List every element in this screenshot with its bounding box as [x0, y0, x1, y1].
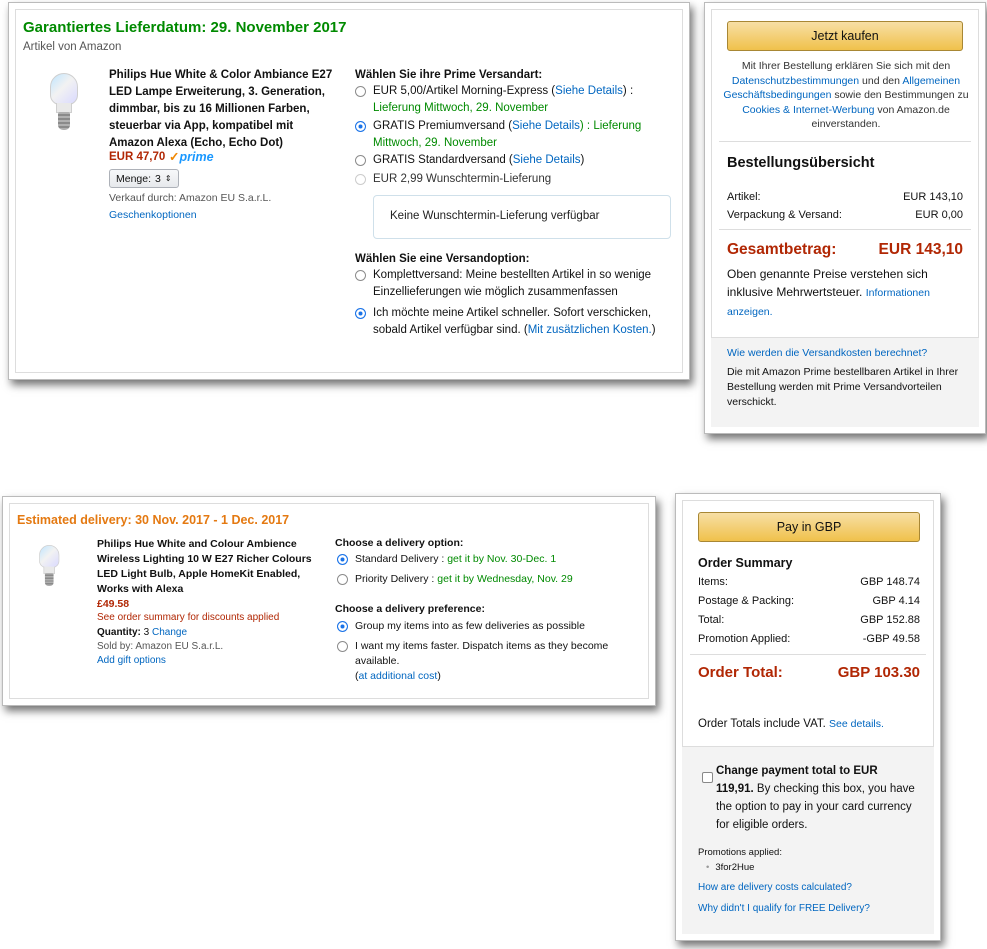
- radio-button-disabled: [355, 174, 366, 185]
- terms-agreement-text: Mit Ihrer Bestellung erklären Sie sich m…: [723, 60, 969, 130]
- items-row: Artikel: EUR 143,10: [727, 191, 963, 203]
- quantity-label: Menge:: [116, 172, 152, 185]
- de-ship-option-title: Wählen Sie eine Versandoption:: [355, 253, 530, 265]
- radio-button[interactable]: [337, 641, 348, 652]
- radio-button-selected[interactable]: [355, 121, 366, 132]
- radio-button[interactable]: [355, 155, 366, 166]
- de-shipment-panel: Garantiertes Lieferdatum: 29. November 2…: [8, 2, 690, 380]
- shipping-option-standard[interactable]: GRATIS Standardversand (Siehe Details): [355, 152, 665, 169]
- order-total-row: Order Total: GBP 103.30: [698, 664, 920, 681]
- uk-estimated-delivery-header: Estimated delivery: 30 Nov. 2017 - 1 Dec…: [17, 513, 290, 527]
- promotions-label: Promotions applied:: [698, 847, 782, 858]
- pay-in-gbp-button[interactable]: Pay in GBP: [698, 512, 920, 542]
- prime-note: Die mit Amazon Prime bestellbaren Artike…: [727, 366, 959, 408]
- discount-note: See order summary for discounts applied: [97, 612, 280, 623]
- uk-gift-options-link[interactable]: Add gift options: [97, 655, 166, 666]
- buy-now-button[interactable]: Jetzt kaufen: [727, 21, 963, 51]
- delivery-cost-link[interactable]: How are delivery costs calculated?: [698, 882, 852, 893]
- uk-delivery-preference-title: Choose a delivery preference:: [335, 603, 485, 615]
- currency-change-checkbox[interactable]: [702, 772, 713, 783]
- uk-quantity: Quantity: 3 Change: [97, 627, 188, 638]
- promotion-row: Promotion Applied: -GBP 49.58: [698, 633, 920, 645]
- de-product-title[interactable]: Philips Hue White & Color Ambiance E27 L…: [109, 67, 339, 152]
- radio-button[interactable]: [355, 270, 366, 281]
- promotion-item: 3for2Hue: [706, 862, 754, 873]
- grand-total-row: Gesamtbetrag: EUR 143,10: [727, 241, 963, 258]
- de-quantity-select[interactable]: Menge: 3 ⇕: [109, 169, 179, 188]
- de-seller: Verkauf durch: Amazon EU S.a.r.L.: [109, 192, 272, 204]
- delivery-option-standard[interactable]: Standard Delivery : get it by Nov. 30-De…: [337, 552, 637, 567]
- quantity-value: 3: [155, 172, 161, 185]
- radio-button-selected[interactable]: [355, 308, 366, 319]
- uk-product-price: £49.58: [97, 598, 130, 610]
- additional-cost-link[interactable]: at additional cost: [359, 670, 438, 682]
- order-summary-title: Order Summary: [698, 556, 793, 570]
- details-link[interactable]: Siehe Details: [512, 120, 580, 132]
- ship-option-faster[interactable]: Ich möchte meine Artikel schneller. Sofo…: [355, 305, 673, 339]
- delivery-option-priority[interactable]: Priority Delivery : get it by Wednesday,…: [337, 572, 637, 587]
- preference-group[interactable]: Group my items into as few deliveries as…: [337, 619, 637, 634]
- privacy-link[interactable]: Datenschutzbestimmungen: [732, 75, 859, 87]
- divider: [690, 654, 926, 655]
- uk-delivery-option-title: Choose a delivery option:: [335, 537, 464, 549]
- items-row: Items: GBP 148.74: [698, 576, 920, 588]
- ship-option-consolidated[interactable]: Komplettversand: Meine bestellten Artike…: [355, 267, 673, 301]
- no-scheduled-delivery-box: Keine Wunschtermin-Lieferung verfügbar: [373, 195, 671, 239]
- radio-button-selected[interactable]: [337, 554, 348, 565]
- hue-bulb-image[interactable]: [37, 545, 61, 590]
- total-row: Total: GBP 152.88: [698, 614, 920, 626]
- uk-product-title[interactable]: Philips Hue White and Colour Ambience Wi…: [97, 537, 317, 597]
- divider: [719, 229, 971, 230]
- change-quantity-link[interactable]: Change: [152, 627, 187, 638]
- order-summary-title: Bestellungsübersicht: [727, 155, 875, 171]
- shipping-option-morning-express[interactable]: EUR 5,00/Artikel Morning-Express (Siehe …: [355, 83, 665, 117]
- radio-button[interactable]: [337, 574, 348, 585]
- de-order-summary-panel: Jetzt kaufen Mit Ihrer Bestellung erklär…: [704, 2, 986, 434]
- delivery-date: Lieferung Mittwoch, 29. November: [373, 102, 549, 114]
- de-prime-shipping-title: Wählen Sie ihre Prime Versandart:: [355, 69, 543, 81]
- uk-seller: Sold by: Amazon EU S.a.r.L.: [97, 641, 224, 652]
- prime-badge-icon: ✓prime: [169, 150, 214, 164]
- uk-shipment-panel: Estimated delivery: 30 Nov. 2017 - 1 Dec…: [2, 496, 656, 706]
- de-gift-options-link[interactable]: Geschenkoptionen: [109, 209, 197, 221]
- delivery-date: get it by Wednesday, Nov. 29: [437, 573, 573, 585]
- additional-cost-link[interactable]: Mit zusätzlichen Kosten.: [528, 324, 652, 336]
- shipping-row: Verpackung & Versand: EUR 0,00: [727, 209, 963, 221]
- hue-bulb-image[interactable]: [47, 73, 81, 135]
- shipping-option-premium[interactable]: GRATIS Premiumversand (Siehe Details) : …: [355, 118, 665, 152]
- details-link[interactable]: Siehe Details: [555, 85, 623, 97]
- delivery-date: get it by Nov. 30-Dec. 1: [447, 553, 557, 565]
- postage-row: Postage & Packing: GBP 4.14: [698, 595, 920, 607]
- up-down-arrows-icon: ⇕: [164, 173, 172, 183]
- radio-button-selected[interactable]: [337, 621, 348, 632]
- de-product-price: EUR 47,70: [109, 151, 166, 163]
- de-sold-by-amazon: Artikel von Amazon: [23, 41, 122, 53]
- currency-change-text[interactable]: Change payment total to EUR 119,91. By c…: [716, 762, 916, 834]
- uk-order-summary-panel: Pay in GBP Order Summary Items: GBP 148.7…: [675, 493, 941, 941]
- vat-note: Order Totals include VAT. See details.: [698, 718, 884, 730]
- radio-button[interactable]: [355, 86, 366, 97]
- vat-note: Oben genannte Preise verstehen sich inkl…: [727, 267, 930, 318]
- free-delivery-link[interactable]: Why didn't I qualify for FREE Delivery?: [698, 903, 870, 914]
- preference-faster[interactable]: I want my items faster. Dispatch items a…: [337, 639, 617, 684]
- de-delivery-date-header: Garantiertes Lieferdatum: 29. November 2…: [23, 19, 347, 36]
- shipping-option-scheduled: EUR 2,99 Wunschtermin-Lieferung: [355, 171, 665, 188]
- shipping-cost-link[interactable]: Wie werden die Versandkosten berechnet?: [727, 347, 927, 359]
- cookies-link[interactable]: Cookies & Internet-Werbung: [742, 104, 874, 116]
- divider: [719, 141, 971, 142]
- details-link[interactable]: Siehe Details: [513, 154, 581, 166]
- see-details-link[interactable]: See details.: [829, 718, 884, 730]
